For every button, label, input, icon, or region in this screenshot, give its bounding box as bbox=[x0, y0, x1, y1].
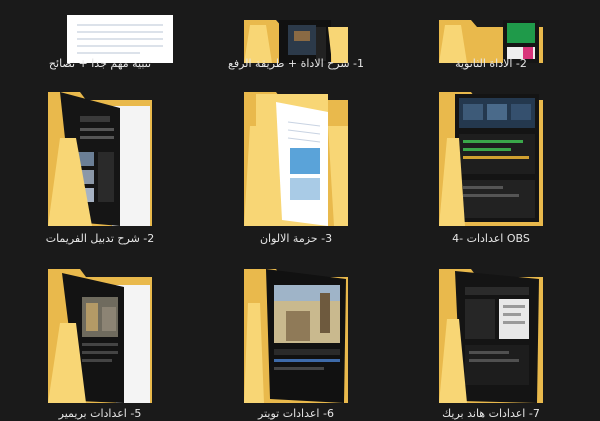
folder-label: 5- اعدادات بريمير bbox=[58, 407, 142, 420]
folder-label: OBS اعدادات -4 bbox=[452, 232, 530, 245]
folder-label: تنبيه مهم جدا + نصائح bbox=[48, 57, 152, 70]
folder-label: 6- اعدادات تويتر bbox=[258, 407, 334, 420]
folder-label: 2- الاداة الثانوية bbox=[455, 57, 527, 70]
folder-label: 7- اعدادات هاند بريك bbox=[442, 407, 540, 420]
folder-icon bbox=[48, 92, 152, 226]
folder-icon bbox=[244, 92, 348, 226]
folder-icon bbox=[48, 269, 152, 403]
folder-icon bbox=[439, 92, 543, 226]
folder-icon bbox=[439, 269, 543, 403]
folder-icon bbox=[244, 20, 348, 63]
document-preview-icon bbox=[67, 15, 173, 63]
folder-icon bbox=[244, 269, 348, 403]
folder-label: 1- شرح الاداة + طريقة الرفع bbox=[227, 57, 365, 70]
folder-icon bbox=[439, 20, 543, 63]
folder-label: 3- حزمة الالوان bbox=[259, 232, 333, 245]
folder-label: 2- شرح تدبيل الفريمات bbox=[45, 232, 155, 245]
file-explorer-view: تنبيه مهم جدا + نصائح 1- شرح الاداة + طر… bbox=[0, 0, 600, 420]
